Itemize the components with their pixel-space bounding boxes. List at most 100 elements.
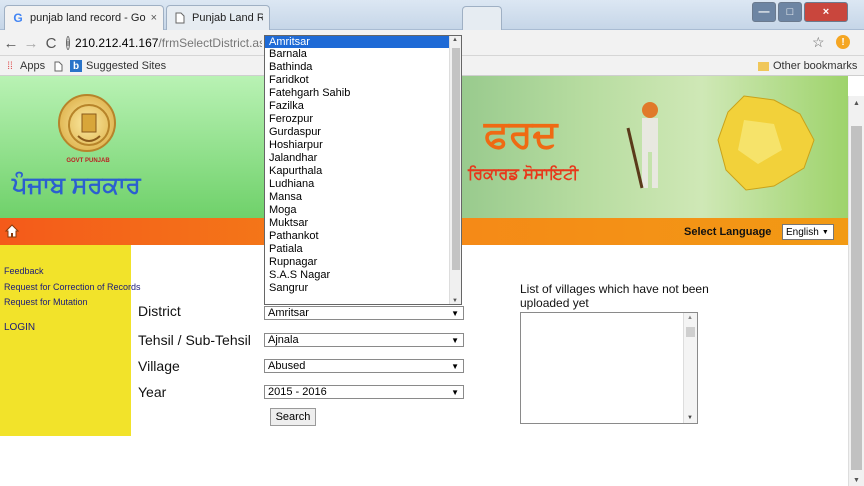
dropdown-option[interactable]: Sangrur	[265, 282, 451, 294]
bookmark-star-icon[interactable]: ☆	[812, 34, 825, 51]
fard-title: ਫਰਦ	[484, 114, 558, 156]
tehsil-select[interactable]: Ajnala ▼	[264, 333, 464, 347]
tab-punjab-land-record-search[interactable]: G punjab land record - Go ×	[4, 5, 164, 30]
tab-label: Punjab Land Record	[192, 12, 263, 24]
folder-icon	[758, 61, 769, 71]
bookmark-apps[interactable]: ⁞⁞ Apps	[4, 58, 45, 74]
scroll-down-icon[interactable]: ▼	[687, 415, 693, 421]
sidebar-link-feedback[interactable]: Feedback	[4, 266, 44, 276]
bookmark-page[interactable]	[52, 58, 68, 74]
district-label: District	[138, 303, 181, 319]
dropdown-option[interactable]: Fatehgarh Sahib	[265, 87, 451, 99]
punjab-emblem-logo	[58, 94, 116, 152]
dropdown-option[interactable]: Ludhiana	[265, 178, 451, 190]
farmer-image	[620, 98, 676, 194]
sidebar-link-request-mutation[interactable]: Request for Mutation	[4, 297, 88, 307]
scroll-up-icon[interactable]: ▲	[687, 315, 693, 321]
dropdown-option[interactable]: Bathinda	[265, 61, 451, 73]
chevron-down-icon: ▼	[451, 309, 459, 318]
dropdown-option[interactable]: Fazilka	[265, 100, 451, 112]
minimize-button[interactable]: —	[752, 2, 776, 22]
dropdown-option[interactable]: Amritsar	[265, 36, 451, 48]
tab-label: punjab land record - Go	[30, 12, 146, 24]
chevron-down-icon: ▼	[451, 336, 459, 345]
header-left-banner: GOVT PUNJAB ਪੰਜਾਬ ਸਰਕਾਰ	[0, 76, 264, 218]
year-label: Year	[138, 384, 167, 400]
villages-scrollbar[interactable]: ▲ ▼	[683, 313, 697, 423]
alert-icon[interactable]: !	[836, 35, 850, 49]
dropdown-option[interactable]: Barnala	[265, 48, 451, 60]
scroll-up-icon[interactable]: ▲	[452, 37, 458, 43]
home-icon[interactable]	[4, 223, 20, 239]
dropdown-scroll-thumb[interactable]	[452, 48, 460, 270]
dropdown-option[interactable]: Muktsar	[265, 217, 451, 229]
page-icon	[173, 11, 187, 25]
dropdown-scrollbar[interactable]: ▲ ▼	[449, 36, 461, 304]
scroll-up-icon[interactable]: ▲	[853, 100, 860, 107]
dropdown-option[interactable]: Ferozpur	[265, 113, 451, 125]
sidebar-link-correction-of-records[interactable]: Request for Correction of Records	[4, 282, 141, 292]
tehsil-label: Tehsil / Sub-Tehsil	[138, 332, 251, 348]
villages-scroll-thumb[interactable]	[686, 327, 695, 337]
scroll-down-icon[interactable]: ▼	[853, 477, 860, 484]
login-link[interactable]: LOGIN	[4, 322, 35, 333]
bookmark-label: Apps	[20, 60, 46, 72]
maximize-button[interactable]: □	[778, 2, 802, 22]
other-bookmarks[interactable]: Other bookmarks	[758, 58, 857, 74]
villages-listbox[interactable]: ▲ ▼	[520, 312, 698, 424]
reload-icon[interactable]: C	[42, 34, 60, 52]
browser-title-bar: G punjab land record - Go × Punjab Land …	[0, 0, 864, 30]
select-language-label: Select Language	[684, 226, 772, 238]
dropdown-option[interactable]: Jalandhar	[265, 152, 451, 164]
url-field[interactable]: i 210.212.41.167/frmSelectDistrict.asp	[66, 33, 262, 53]
chevron-down-icon: ▼	[821, 228, 829, 236]
chevron-down-icon: ▼	[451, 362, 459, 371]
dropdown-option[interactable]: Pathankot	[265, 230, 451, 242]
village-select[interactable]: Abused ▼	[264, 359, 464, 373]
new-tab-button[interactable]	[462, 6, 502, 30]
dropdown-option[interactable]: Patiala	[265, 243, 451, 255]
punjab-map-image	[704, 90, 828, 200]
dropdown-option[interactable]: Moga	[265, 204, 451, 216]
tehsil-value: Ajnala	[268, 334, 299, 346]
villages-list-title: List of villages which have not been upl…	[520, 282, 709, 310]
url-host: 210.212.41.167	[75, 36, 159, 50]
bing-icon: b	[70, 60, 82, 72]
tab-punjab-land-record[interactable]: Punjab Land Record	[166, 5, 270, 30]
page-scroll-thumb[interactable]	[851, 126, 862, 470]
scroll-down-icon[interactable]: ▼	[452, 298, 458, 304]
dropdown-option[interactable]: Faridkot	[265, 74, 451, 86]
language-value: English	[786, 226, 819, 238]
back-icon[interactable]: ←	[2, 34, 20, 52]
dropdown-option[interactable]: Mansa	[265, 191, 451, 203]
district-select[interactable]: Amritsar ▼	[264, 306, 464, 320]
village-value: Abused	[268, 360, 306, 372]
year-value: 2015 - 2016	[268, 386, 327, 398]
page-scrollbar[interactable]: ▲ ▼	[848, 96, 864, 486]
bookmark-label: Suggested Sites	[86, 60, 167, 72]
dropdown-option[interactable]: Gurdaspur	[265, 126, 451, 138]
dropdown-option[interactable]: Hoshiarpur	[265, 139, 451, 151]
google-icon: G	[13, 11, 23, 25]
village-label: Village	[138, 358, 180, 374]
close-tab-icon[interactable]: ×	[151, 12, 157, 24]
other-bookmarks-label: Other bookmarks	[773, 60, 858, 72]
apps-grid-icon: ⁞⁞	[7, 60, 13, 72]
bookmark-suggested-sites[interactable]: b Suggested Sites	[70, 58, 166, 74]
chevron-down-icon: ▼	[451, 388, 459, 397]
year-select[interactable]: 2015 - 2016 ▼	[264, 385, 464, 399]
dropdown-option[interactable]: S.A.S Nagar	[265, 269, 451, 281]
language-select[interactable]: English ▼	[782, 224, 834, 240]
district-dropdown-list[interactable]: Amritsar Barnala Bathinda Faridkot Fateh…	[264, 35, 462, 305]
page-icon	[52, 60, 64, 72]
district-value: Amritsar	[268, 307, 309, 319]
dropdown-option[interactable]: Rupnagar	[265, 256, 451, 268]
society-subtitle: ਰਿਕਾਰਡ ਸੋਸਾਇਟੀ	[468, 166, 579, 183]
info-icon[interactable]: i	[66, 36, 70, 50]
dropdown-option[interactable]: Kapurthala	[265, 165, 451, 177]
search-button[interactable]: Search	[270, 408, 316, 426]
close-window-button[interactable]: ×	[804, 2, 848, 22]
emblem-caption: GOVT PUNJAB	[66, 158, 110, 164]
forward-icon[interactable]: →	[22, 34, 40, 52]
url-path: /frmSelectDistrict.asp	[158, 36, 262, 50]
